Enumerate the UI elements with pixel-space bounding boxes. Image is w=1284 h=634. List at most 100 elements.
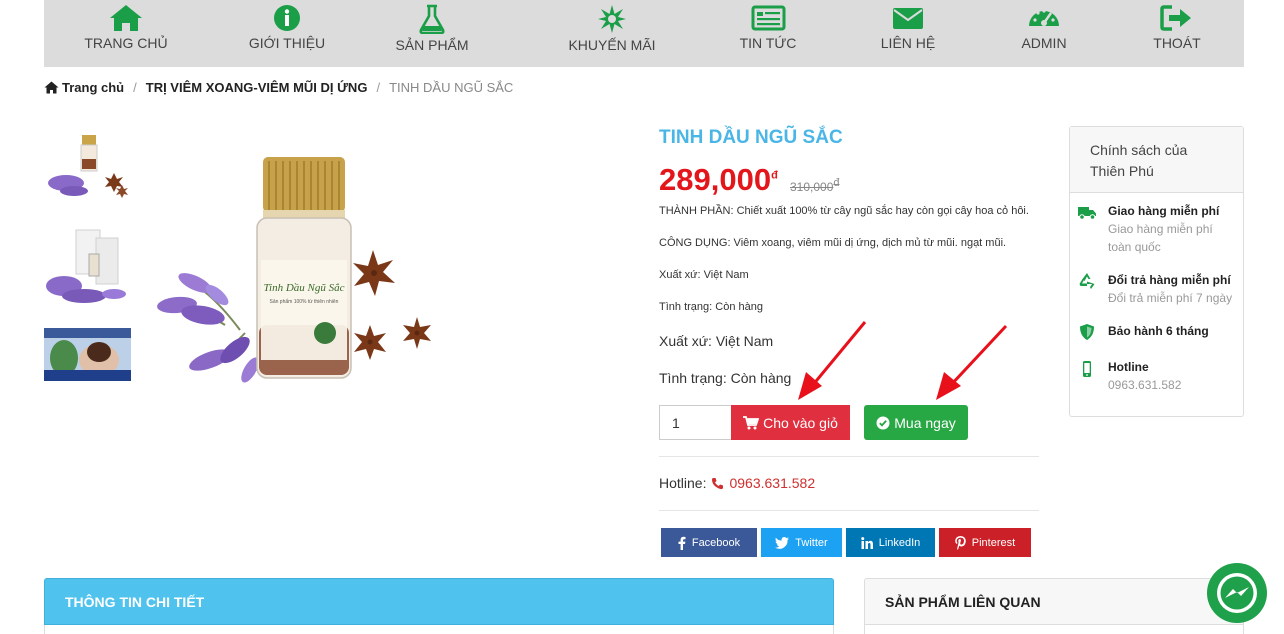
annotation-arrow-buy — [936, 324, 1008, 400]
facebook-icon — [678, 536, 686, 550]
messenger-icon — [1217, 573, 1257, 613]
truck-icon — [1078, 207, 1096, 220]
mobile-icon — [1083, 361, 1091, 377]
linkedin-icon — [860, 536, 873, 549]
buy-now-label: Mua ngay — [894, 414, 956, 431]
price-currency: đ — [771, 169, 778, 182]
nav-item-logout[interactable]: THOÁT — [1102, 4, 1252, 51]
nav-item-admin[interactable]: ADMIN — [969, 4, 1119, 51]
messenger-chat-button[interactable] — [1207, 563, 1267, 623]
product-price: 289,000đ — [659, 162, 778, 198]
breadcrumb-separator: / — [376, 80, 381, 95]
flask-icon — [419, 4, 445, 34]
product-title: TINH DẦU NGŨ SẮC — [659, 127, 843, 148]
home-icon — [110, 5, 142, 31]
product-main-image: Tinh Dầu Ngũ Sắc Sản phẩm 100% từ thiên … — [155, 155, 440, 385]
hotline-row: Hotline: 0963.631.582 — [659, 475, 815, 491]
newspaper-icon — [751, 5, 786, 31]
old-price-value: 310,000 — [790, 180, 834, 194]
share-twitter-label: Twitter — [795, 536, 828, 549]
policy-item-desc: Giao hàng miễn phí toàn quốc — [1108, 222, 1213, 254]
thumbnail-2[interactable] — [44, 224, 131, 306]
bottle-label-title: Tinh Dầu Ngũ Sắc — [264, 282, 345, 294]
product-thumbnail-image — [44, 133, 131, 203]
info-icon — [274, 5, 300, 31]
hotline-number[interactable]: 0963.631.582 — [729, 475, 815, 491]
twitter-icon — [775, 536, 790, 549]
product-thumbnail-image — [44, 224, 131, 306]
nav-item-about[interactable]: GIỚI THIỆU — [212, 4, 362, 51]
product-origin: Xuất xứ: Việt Nam — [659, 333, 774, 349]
sign-out-icon — [1160, 5, 1191, 31]
policy-item-title: Đổi trả hàng miễn phí — [1108, 273, 1231, 287]
nav-label-news: TIN TỨC — [739, 35, 797, 51]
breadcrumb: Trang chủ / TRỊ VIÊM XOANG-VIÊM MŨI DỊ Ứ… — [44, 80, 513, 95]
share-pinterest-button[interactable]: Pinterest — [939, 528, 1031, 557]
pinterest-icon — [954, 535, 966, 550]
product-origin-small: Xuất xứ: Việt Nam — [659, 269, 749, 281]
nav-label-home: TRANG CHỦ — [84, 35, 168, 51]
buy-now-button[interactable]: Mua ngay — [864, 405, 968, 440]
share-facebook-button[interactable]: Facebook — [661, 528, 757, 557]
star-anise-decoration — [353, 250, 431, 360]
nav-label-contact: LIÊN HỆ — [880, 35, 936, 51]
annotation-arrow-cart — [798, 321, 867, 400]
essential-oil-bottle: Tinh Dầu Ngũ Sắc Sản phẩm 100% từ thiên … — [256, 157, 352, 379]
envelope-icon — [893, 8, 923, 29]
bottle-label-subtitle: Sản phẩm 100% từ thiên nhiên — [270, 298, 339, 305]
check-circle-icon — [876, 416, 890, 429]
share-linkedin-label: LinkedIn — [878, 536, 921, 549]
share-pinterest-label: Pinterest — [971, 536, 1016, 549]
nav-label-logout: THOÁT — [1153, 35, 1201, 51]
cart-icon — [743, 415, 760, 429]
breadcrumb-current: TINH DẦU NGŨ SẮC — [389, 80, 514, 95]
main-nav: TRANG CHỦ GIỚI THIỆU SẢN PHẨM KHUYẾN MÃI… — [44, 0, 1244, 67]
policy-item-title: Giao hàng miễn phí — [1108, 204, 1220, 218]
detail-section-header[interactable]: THÔNG TIN CHI TIẾT — [44, 578, 834, 625]
nav-label-products: SẢN PHẨM — [395, 37, 469, 53]
policy-item-desc: 0963.631.582 — [1108, 378, 1182, 392]
product-uses: CÔNG DỤNG: Viêm xoang, viêm mũi dị ứng, … — [659, 237, 1007, 249]
add-to-cart-button[interactable]: Cho vào giỏ — [731, 405, 850, 440]
quantity-input[interactable] — [659, 405, 732, 440]
nav-label-about: GIỚI THIỆU — [248, 35, 326, 51]
nav-label-admin: ADMIN — [1021, 35, 1067, 51]
policy-item-title: Bảo hành 6 tháng — [1108, 324, 1209, 338]
product-ingredients: THÀNH PHẦN: Chiết xuất 100% từ cây ngũ s… — [659, 205, 1029, 217]
nav-item-news[interactable]: TIN TỨC — [693, 4, 843, 51]
breadcrumb-home[interactable]: Trang chủ — [62, 80, 124, 95]
hotline-label: Hotline: — [659, 475, 707, 491]
recycle-icon — [1079, 273, 1095, 289]
breadcrumb-category[interactable]: TRỊ VIÊM XOANG-VIÊM MŨI DỊ ỨNG — [146, 80, 368, 95]
shield-icon — [1080, 324, 1094, 340]
nav-item-contact[interactable]: LIÊN HỆ — [833, 4, 983, 51]
price-value: 289,000 — [659, 162, 772, 197]
thumbnail-3[interactable] — [44, 328, 131, 381]
dashboard-icon — [1029, 9, 1059, 26]
burst-icon — [598, 5, 626, 33]
nav-item-home[interactable]: TRANG CHỦ — [51, 4, 201, 51]
divider — [659, 456, 1039, 457]
home-icon — [44, 81, 59, 94]
share-facebook-label: Facebook — [691, 536, 741, 549]
divider — [659, 510, 1039, 511]
nav-item-products[interactable]: SẢN PHẨM — [357, 4, 507, 53]
share-linkedin-button[interactable]: LinkedIn — [846, 528, 935, 557]
product-status-small: Tình trạng: Còn hàng — [659, 301, 763, 313]
product-status: Tình trạng: Còn hàng — [659, 370, 792, 386]
nav-label-promotions: KHUYẾN MÃI — [568, 37, 656, 53]
product-old-price: 310,000đ — [790, 177, 840, 194]
breadcrumb-separator: / — [133, 80, 137, 95]
nav-item-promotions[interactable]: KHUYẾN MÃI — [537, 4, 687, 53]
policy-panel: Chính sách của Thiên Phú Giao hàng miễn … — [1069, 126, 1244, 417]
thumbnail-1[interactable] — [44, 133, 131, 203]
phone-icon — [712, 477, 724, 489]
policy-item-title: Hotline — [1108, 360, 1149, 374]
share-twitter-button[interactable]: Twitter — [761, 528, 842, 557]
related-products-header[interactable]: SẢN PHẨM LIÊN QUAN — [864, 578, 1244, 625]
add-to-cart-label: Cho vào giỏ — [763, 414, 838, 431]
product-thumbnail-image — [44, 328, 131, 381]
policy-item-desc: Đổi trả miễn phí 7 ngày — [1108, 291, 1233, 305]
policy-title: Chính sách của Thiên Phú — [1070, 127, 1243, 193]
detail-section-body — [44, 625, 834, 634]
